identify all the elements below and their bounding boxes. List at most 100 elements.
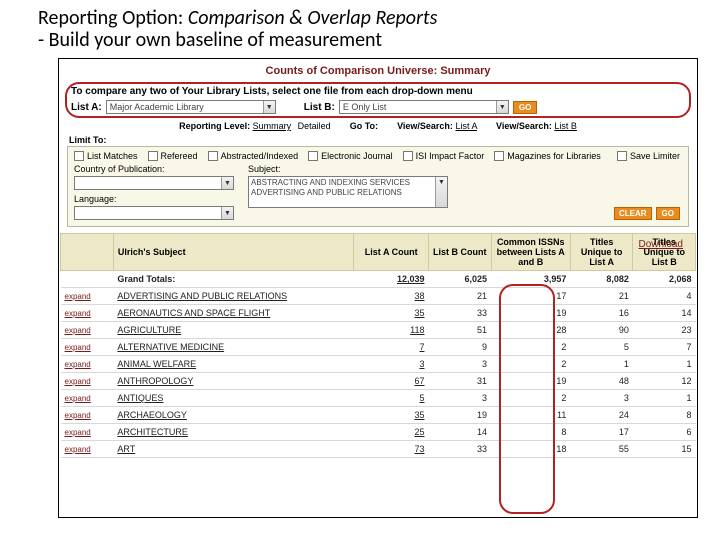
list-b-count: 3 [428, 356, 491, 373]
chk-ejournal[interactable]: Electronic Journal [308, 151, 393, 161]
table-row: expandARCHAEOLOGY351911248 [61, 407, 696, 424]
list-a-count[interactable]: 35 [354, 305, 429, 322]
expand-link[interactable]: expand [61, 373, 114, 390]
list-a-label: List A: [71, 102, 102, 113]
table-row: expandANTHROPOLOGY6731194812 [61, 373, 696, 390]
list-a-select[interactable]: Major Academic Library ▼ [106, 100, 276, 114]
subject-cell[interactable]: ART [113, 441, 354, 458]
subject-cell[interactable]: ALTERNATIVE MEDICINE [113, 339, 354, 356]
chk-save-limiter[interactable]: Save Limiter [617, 151, 680, 161]
view-search-a-label: View/Search: [397, 121, 453, 131]
list-b-select[interactable]: E Only List ▼ [339, 100, 509, 114]
list-a-value: Major Academic Library [110, 102, 204, 112]
col-list-a[interactable]: List A Count [354, 234, 429, 271]
subject-cell[interactable]: ARCHAEOLOGY [113, 407, 354, 424]
common-count: 8 [491, 424, 570, 441]
unique-b-count: 15 [633, 441, 696, 458]
col-unique-a[interactable]: Titles Unique to List A [570, 234, 633, 271]
unique-a-count: 55 [570, 441, 633, 458]
col-list-b[interactable]: List B Count [428, 234, 491, 271]
subject-cell[interactable]: ARCHITECTURE [113, 424, 354, 441]
list-a-count[interactable]: 3 [354, 356, 429, 373]
country-label: Country of Publication: [74, 164, 234, 174]
checkbox-icon [208, 151, 218, 161]
expand-link[interactable]: expand [61, 288, 114, 305]
unique-a-count: 5 [570, 339, 633, 356]
list-b-count: 51 [428, 322, 491, 339]
chk-isi-impact[interactable]: ISI Impact Factor [403, 151, 485, 161]
unique-b-count: 8 [633, 407, 696, 424]
common-count: 28 [491, 322, 570, 339]
subject-cell[interactable]: AERONAUTICS AND SPACE FLIGHT [113, 305, 354, 322]
expand-link[interactable]: expand [61, 356, 114, 373]
go-button[interactable]: GO [513, 101, 537, 114]
chevron-down-icon: ▼ [221, 207, 233, 219]
unique-b-count: 14 [633, 305, 696, 322]
grand-a[interactable]: 12,039 [354, 271, 429, 288]
chevron-down-icon: ▼ [496, 101, 508, 113]
list-a-count[interactable]: 118 [354, 322, 429, 339]
filter-go-button[interactable]: GO [656, 207, 680, 220]
title-ital: Comparison & Overlap Reports [188, 6, 438, 30]
reporting-level-summary[interactable]: Summary [253, 121, 292, 131]
unique-a-count: 48 [570, 373, 633, 390]
list-a-count[interactable]: 25 [354, 424, 429, 441]
list-b-count: 19 [428, 407, 491, 424]
unique-b-count: 7 [633, 339, 696, 356]
list-a-count[interactable]: 67 [354, 373, 429, 390]
download-link[interactable]: Download [639, 239, 683, 250]
unique-b-count: 1 [633, 356, 696, 373]
limit-to-label: Limit To: [59, 133, 697, 146]
chevron-down-icon: ▼ [435, 177, 447, 207]
chk-magazines[interactable]: Magazines for Libraries [494, 151, 601, 161]
reporting-level-detailed[interactable]: Detailed [298, 121, 331, 131]
expand-link[interactable]: expand [61, 322, 114, 339]
view-search-list-a[interactable]: List A [455, 121, 477, 131]
subject-cell[interactable]: ANTIQUES [113, 390, 354, 407]
list-a-count[interactable]: 35 [354, 407, 429, 424]
clear-button[interactable]: CLEAR [614, 207, 652, 220]
view-search-list-b[interactable]: List B [554, 121, 577, 131]
list-a-count[interactable]: 38 [354, 288, 429, 305]
common-count: 2 [491, 356, 570, 373]
expand-link[interactable]: expand [61, 424, 114, 441]
subject-cell[interactable]: ANIMAL WELFARE [113, 356, 354, 373]
list-a-count[interactable]: 73 [354, 441, 429, 458]
table-row: expandALTERNATIVE MEDICINE79257 [61, 339, 696, 356]
list-b-count: 33 [428, 441, 491, 458]
list-b-label: List B: [304, 102, 335, 113]
report-panel: Counts of Comparison Universe: Summary T… [58, 58, 698, 518]
subject-cell[interactable]: ANTHROPOLOGY [113, 373, 354, 390]
filters-panel: List Matches Refereed Abstracted/Indexed… [67, 146, 689, 227]
checkbox-icon [308, 151, 318, 161]
view-search-b-label: View/Search: [496, 121, 552, 131]
country-select[interactable]: ▼ [74, 176, 234, 190]
expand-link[interactable]: expand [61, 407, 114, 424]
unique-a-count: 90 [570, 322, 633, 339]
col-common[interactable]: Common ISSNs between Lists A and B [491, 234, 570, 271]
chk-abstracted[interactable]: Abstracted/Indexed [208, 151, 299, 161]
chk-refereed[interactable]: Refereed [148, 151, 198, 161]
expand-link[interactable]: expand [61, 305, 114, 322]
table-row: expandADVERTISING AND PUBLIC RELATIONS38… [61, 288, 696, 305]
title-subtitle: - Build your own baseline of measurement [38, 28, 698, 52]
unique-b-count: 6 [633, 424, 696, 441]
expand-link[interactable]: expand [61, 441, 114, 458]
grand-b: 6,025 [428, 271, 491, 288]
subject-cell[interactable]: ADVERTISING AND PUBLIC RELATIONS [113, 288, 354, 305]
list-a-count[interactable]: 7 [354, 339, 429, 356]
col-subject: Ulrich's Subject [113, 234, 354, 271]
expand-link[interactable]: expand [61, 390, 114, 407]
expand-link[interactable]: expand [61, 339, 114, 356]
subject-select[interactable]: ABSTRACTING AND INDEXING SERVICES ADVERT… [248, 176, 448, 208]
list-a-count[interactable]: 5 [354, 390, 429, 407]
language-select[interactable]: ▼ [74, 206, 234, 220]
chevron-down-icon: ▼ [263, 101, 275, 113]
subject-cell[interactable]: AGRICULTURE [113, 322, 354, 339]
chk-list-matches[interactable]: List Matches [74, 151, 138, 161]
common-count: 19 [491, 373, 570, 390]
unique-b-count: 12 [633, 373, 696, 390]
table-row: expandAGRICULTURE11851289023 [61, 322, 696, 339]
subject-label: Subject: [248, 164, 448, 174]
goto-label: Go To: [350, 121, 378, 131]
